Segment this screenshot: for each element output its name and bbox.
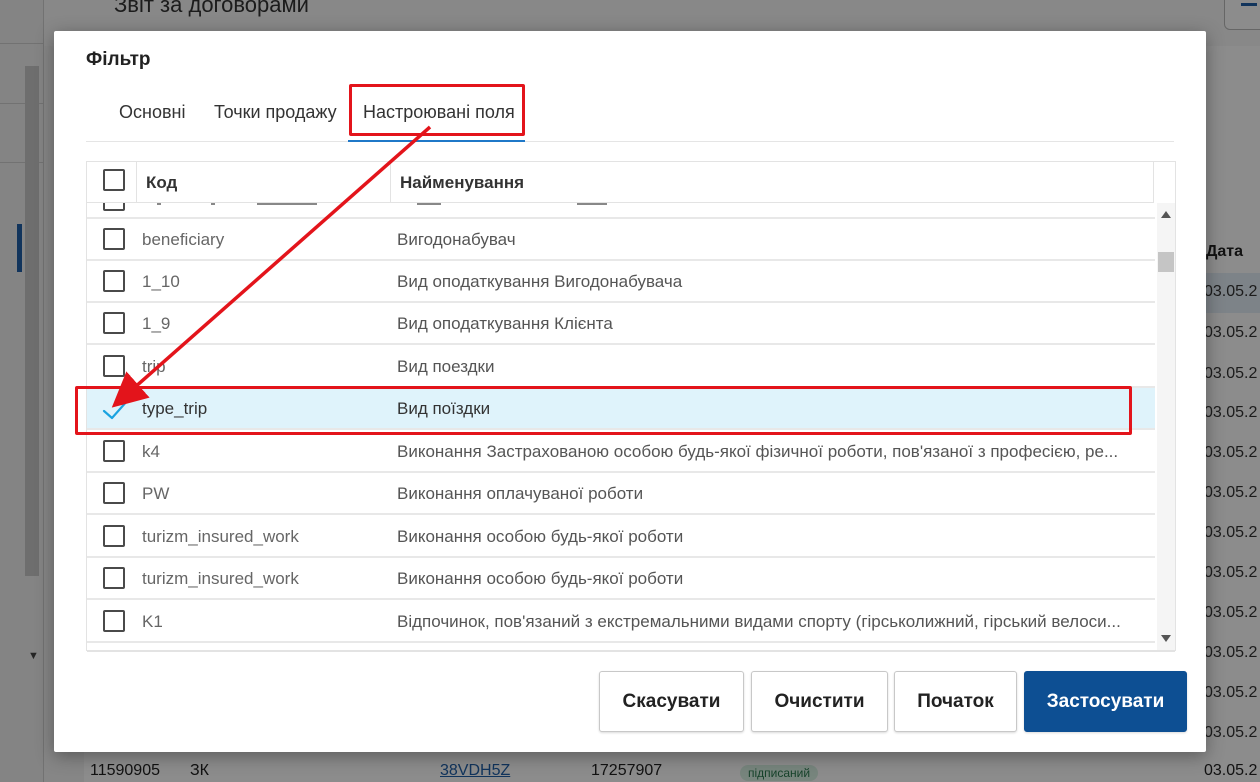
row-name: Виконання особою будь-якої роботи [397,569,684,588]
tab-main[interactable]: Основні [119,102,185,142]
clipped-row-text [157,203,607,205]
row-name: Вид оподаткування Вигодонабувача [397,272,683,291]
column-header-name-label: Найменування [400,173,525,192]
clear-button[interactable]: Очистити [751,671,888,732]
row-code: turizm_insured_work [142,527,299,546]
header-select-all-cell [87,162,137,203]
filter-dialog: Фільтр Основні Точки продажу Настроювані… [54,31,1206,752]
checkmark-icon[interactable] [101,396,131,422]
table-row[interactable]: 1_9 Вид оподаткування Клієнта [87,303,1155,345]
row-code: 1_9 [142,314,171,333]
apply-button[interactable]: Застосувати [1024,671,1187,732]
column-header-name[interactable]: Найменування [391,162,1154,203]
grid-bottom-border [87,650,1175,652]
row-code: type_trip [142,399,208,418]
row-name: Вид поїздки [397,399,491,418]
select-all-checkbox[interactable] [103,169,125,191]
column-header-code-label: Код [146,173,178,192]
cancel-button[interactable]: Скасувати [599,671,744,732]
table-row[interactable]: turizm_insured_work Виконання особою буд… [87,558,1155,600]
scroll-up-icon[interactable] [1161,211,1171,218]
table-row[interactable]: K1 Відпочинок, пов'язаний з екстремальни… [87,601,1155,643]
row-name: Вигодонабувач [397,230,516,249]
dialog-title: Фільтр [86,49,151,70]
scroll-down-icon[interactable] [1161,635,1171,642]
row-name: Виконання Застрахованою особою будь-якої… [397,442,1119,461]
row-code: 1_10 [142,272,180,291]
grid-vertical-scrollbar[interactable] [1157,203,1175,650]
row-name: Вид поездки [397,357,495,376]
row-code: turizm_insured_work [142,569,299,588]
row-checkbox[interactable] [103,482,125,504]
table-row[interactable]: PW Виконання оплачуваної роботи [87,473,1155,515]
table-row[interactable]: 1_10 Вид оподаткування Вигодонабувача [87,261,1155,303]
table-row[interactable]: beneficiary Вигодонабувач [87,219,1155,261]
table-row[interactable]: trip Вид поездки [87,346,1155,388]
row-code: beneficiary [142,230,225,249]
tab-bar: Основні Точки продажу Настроювані поля [86,91,1174,142]
table-row[interactable]: turizm_insured_work Виконання особою буд… [87,516,1155,558]
row-checkbox[interactable] [103,228,125,250]
row-checkbox[interactable] [103,312,125,334]
reset-button[interactable]: Початок [894,671,1017,732]
row-name: Виконання оплачуваної роботи [397,484,644,503]
table-row-selected[interactable]: type_trip Вид поїздки [87,388,1155,430]
scrollbar-thumb[interactable] [1158,252,1174,272]
custom-fields-grid: Код Найменування beneficiary Вигодонабув… [86,161,1176,652]
table-row[interactable]: k4 Виконання Застрахованою особою будь-я… [87,431,1155,473]
grid-body: beneficiary Вигодонабувач 1_10 Вид опода… [87,203,1155,650]
row-checkbox[interactable] [103,440,125,462]
row-code: k4 [142,442,160,461]
row-code: trip [142,357,166,376]
row-checkbox[interactable] [103,525,125,547]
row-code: K1 [142,612,163,631]
row-name: Виконання особою будь-якої роботи [397,527,684,546]
row-checkbox[interactable] [103,355,125,377]
row-name: Вид оподаткування Клієнта [397,314,613,333]
row-checkbox[interactable] [103,270,125,292]
tab-custom-fields[interactable]: Настроювані поля [348,102,525,142]
row-code: PW [142,484,170,503]
grid-header: Код Найменування [87,162,1154,203]
row-checkbox[interactable] [103,567,125,589]
row-name: Відпочинок, пов'язаний з екстремальними … [397,612,1121,631]
column-header-code[interactable]: Код [137,162,391,203]
row-checkbox[interactable] [103,610,125,632]
table-row-partial [87,203,1155,219]
tab-sales-points[interactable]: Точки продажу [214,102,337,142]
